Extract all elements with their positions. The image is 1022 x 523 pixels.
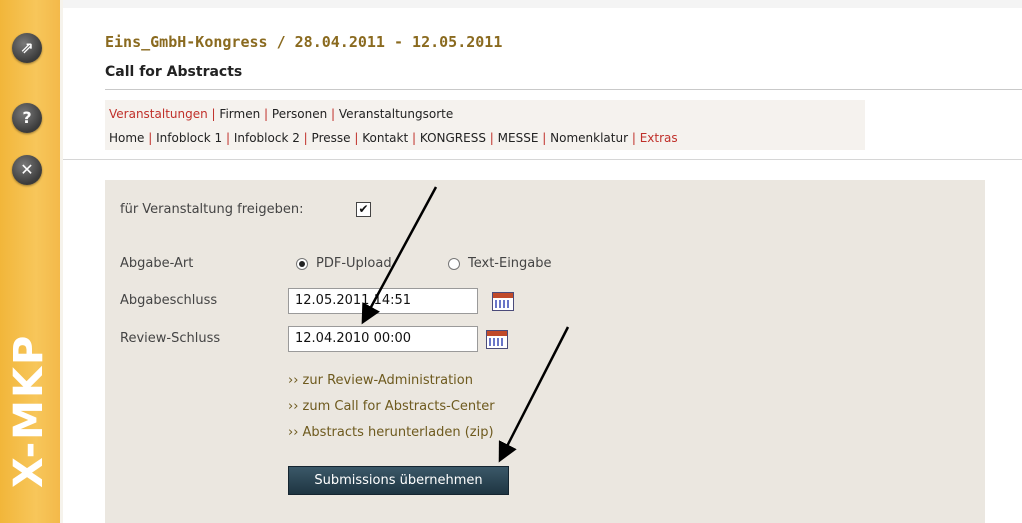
nav-separator: | — [331, 107, 336, 121]
sidebar-edge — [60, 0, 63, 523]
radio-text-eingabe-label[interactable]: Text-Eingabe — [468, 256, 552, 271]
nav-item-personen[interactable]: Personen — [272, 107, 327, 121]
nav-separator: | — [303, 131, 308, 145]
nav-item-veranstaltungen[interactable]: Veranstaltungen — [109, 107, 208, 121]
page-subtitle: Call for Abstracts — [105, 64, 243, 80]
nav-item-kontakt[interactable]: Kontakt — [362, 131, 408, 145]
nav-separator: | — [354, 131, 359, 145]
nav-item-home[interactable]: Home — [109, 131, 144, 145]
divider — [63, 159, 1022, 160]
nav-separator: | — [264, 107, 269, 121]
svg-text:X-MKP: X-MKP — [6, 334, 52, 488]
nav-separator: | — [411, 131, 417, 145]
radio-pdf-upload[interactable] — [296, 258, 308, 270]
brand-logo: X-MKP — [6, 334, 52, 488]
nav-item-messe[interactable]: MESSE — [498, 131, 539, 145]
radio-pdf-upload-label[interactable]: PDF-Upload — [316, 256, 392, 271]
calendar-icon[interactable] — [492, 292, 514, 311]
page-title: Eins_GmbH-Kongress / 28.04.2011 - 12.05.… — [105, 33, 503, 51]
nav-separator: | — [542, 131, 547, 145]
link-review-administration[interactable]: ›› zur Review-Administration — [288, 373, 473, 388]
nav-item-veranstaltungsorte[interactable]: Veranstaltungsorte — [339, 107, 453, 121]
nav-row-2: Home | Infoblock 1 | Infoblock 2 | Press… — [109, 131, 678, 145]
nav-separator: | — [489, 131, 494, 145]
nav-item-kongress[interactable]: KONGRESS — [420, 131, 486, 145]
link-abstracts-download[interactable]: ›› Abstracts herunterladen (zip) — [288, 425, 494, 440]
nav-item-infoblock-1[interactable]: Infoblock 1 — [156, 131, 222, 145]
submit-submissions-button[interactable]: Submissions übernehmen — [288, 466, 509, 495]
nav-separator: | — [631, 131, 636, 145]
top-bar — [63, 0, 1022, 8]
nav-item-nomenklatur[interactable]: Nomenklatur — [550, 131, 628, 145]
nav-item-presse[interactable]: Presse — [312, 131, 351, 145]
review-deadline-field[interactable]: 12.04.2010 00:00 — [288, 326, 478, 352]
divider — [105, 89, 1022, 90]
help-icon[interactable]: ? — [12, 103, 42, 133]
nav-separator: | — [148, 131, 153, 145]
review-label: Review-Schluss — [120, 331, 221, 346]
form-panel — [105, 180, 985, 523]
calendar-icon[interactable] — [486, 330, 508, 349]
deadline-field[interactable]: 12.05.2011 14:51 — [288, 288, 478, 314]
deadline-label: Abgabeschluss — [120, 293, 218, 308]
link-call-for-abstracts-center[interactable]: ›› zum Call for Abstracts-Center — [288, 399, 495, 414]
nav-item-infoblock-2[interactable]: Infoblock 2 — [234, 131, 300, 145]
nav-separator: | — [211, 107, 216, 121]
nav-item-extras[interactable]: Extras — [640, 131, 678, 145]
release-label: für Veranstaltung freigeben: — [120, 202, 304, 217]
open-external-icon[interactable]: ⇗ — [12, 33, 42, 63]
release-checkbox[interactable]: ✔ — [356, 202, 371, 217]
close-icon[interactable]: ✕ — [12, 155, 42, 185]
nav-separator: | — [225, 131, 231, 145]
nav-item-firmen[interactable]: Firmen — [219, 107, 260, 121]
radio-text-eingabe[interactable] — [448, 258, 460, 270]
type-label: Abgabe-Art — [120, 256, 194, 271]
nav-row-1: Veranstaltungen | Firmen | Personen | Ve… — [109, 107, 453, 121]
